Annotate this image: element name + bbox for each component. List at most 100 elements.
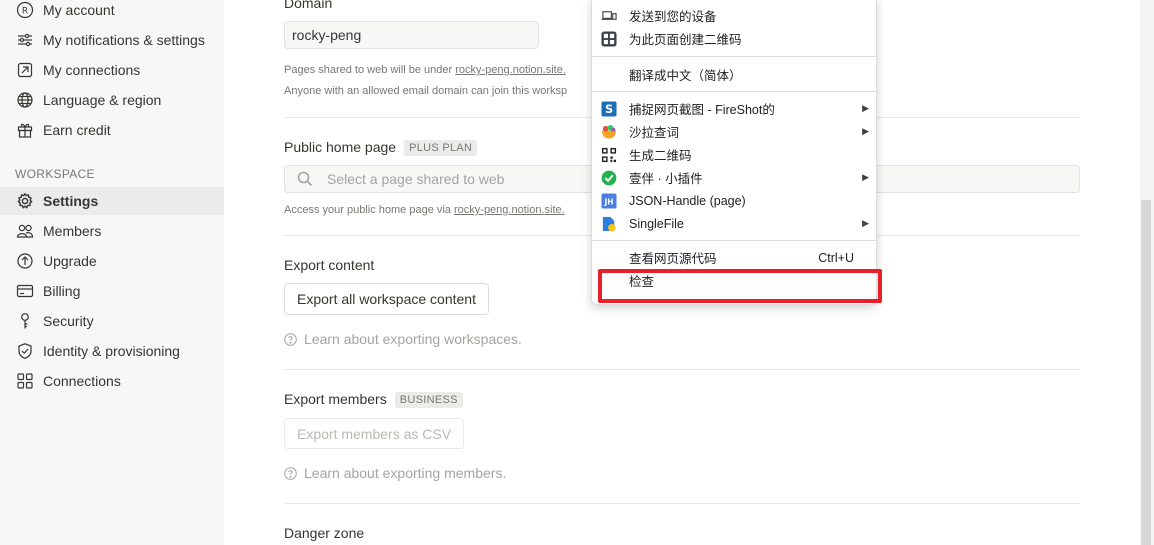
public-home-hint: Access your public home page via rocky-p… — [284, 204, 565, 216]
submenu-arrow-icon: ▶ — [862, 126, 869, 136]
svg-text:R: R — [22, 7, 28, 17]
saladict-icon — [600, 123, 617, 140]
sidebar-item-identity[interactable]: Identity & provisioning — [0, 337, 224, 365]
highlight-box — [598, 269, 882, 303]
danger-zone-label: Danger zone — [284, 525, 365, 541]
domain-label: Domain — [284, 0, 333, 11]
upgrade-icon — [15, 251, 35, 271]
domain-hint-2: Anyone with an allowed email domain can … — [284, 85, 568, 97]
learn-export-workspaces[interactable]: Learn about exporting workspaces. — [284, 331, 522, 347]
menu-separator — [592, 56, 876, 57]
globe-icon — [15, 90, 35, 110]
menu-item-json-handle[interactable]: JH JSON-Handle (page) — [592, 189, 876, 212]
menu-item-label: SingleFile — [629, 216, 684, 231]
plus-plan-badge: PLUS PLAN — [404, 140, 478, 156]
export-members-label: Export members BUSINESS — [284, 391, 463, 408]
export-members-label-text: Export members — [284, 391, 387, 407]
menu-item-label: 发送到您的设备 — [629, 10, 717, 24]
qr-icon — [600, 146, 617, 163]
sidebar-item-language[interactable]: Language & region — [0, 86, 224, 114]
people-icon — [15, 221, 35, 241]
connections-icon — [15, 60, 35, 80]
menu-item-label: 生成二维码 — [629, 149, 692, 163]
sidebar-item-label: Upgrade — [43, 253, 97, 269]
sidebar-item-upgrade[interactable]: Upgrade — [0, 247, 224, 275]
fireshot-icon: S — [600, 100, 617, 117]
svg-text:S: S — [604, 103, 612, 116]
learn-export-members[interactable]: Learn about exporting members. — [284, 465, 506, 481]
menu-item-singlefile[interactable]: SingleFile ▶ — [592, 212, 876, 235]
learn-export-members-text: Learn about exporting members. — [304, 465, 507, 481]
export-members-csv-button[interactable]: Export members as CSV — [284, 418, 465, 449]
account-icon: R — [15, 0, 35, 20]
public-home-label-text: Public home page — [284, 139, 397, 155]
sidebar-item-label: Billing — [43, 283, 81, 299]
menu-item-yiban[interactable]: 壹伴 · 小插件 ▶ — [592, 166, 876, 189]
submenu-arrow-icon: ▶ — [862, 103, 869, 113]
sidebar-item-security[interactable]: Security — [0, 307, 224, 335]
sidebar-item-connections[interactable]: My connections — [0, 56, 224, 84]
sidebar-item-label: My account — [43, 2, 115, 18]
grid-icon — [15, 371, 35, 391]
domain-link[interactable]: rocky-peng.notion.site. — [455, 64, 566, 76]
shield-icon — [15, 341, 35, 361]
divider — [284, 369, 1080, 370]
card-icon — [15, 281, 35, 301]
gear-icon — [15, 191, 35, 211]
sidebar-item-label: Identity & provisioning — [43, 343, 180, 359]
menu-item-saladict[interactable]: 沙拉查词 ▶ — [592, 120, 876, 143]
sidebar-item-label: Members — [43, 223, 102, 239]
sidebar-item-label: My connections — [43, 62, 141, 78]
menu-item-send-to-device[interactable]: 发送到您的设备 — [592, 4, 876, 27]
menu-item-generate-qr[interactable]: 生成二维码 — [592, 143, 876, 166]
sidebar-section-workspace: WORKSPACE — [15, 167, 95, 181]
sidebar-item-earn-credit[interactable]: Earn credit — [0, 116, 224, 144]
sidebar-item-label: Connections — [43, 373, 121, 389]
singlefile-icon — [600, 215, 617, 232]
menu-item-fireshot[interactable]: S 捕捉网页截图 - FireShot的 ▶ — [592, 97, 876, 120]
sidebar-item-label: Earn credit — [43, 122, 111, 138]
menu-item-shortcut: Ctrl+U — [818, 250, 854, 265]
menu-item-create-qr[interactable]: 为此页面创建二维码 — [592, 27, 876, 50]
domain-hint: Pages shared to web will be under rocky-… — [284, 64, 566, 76]
sidebar-item-my-account[interactable]: R My account — [0, 0, 224, 24]
svg-text:JH: JH — [603, 197, 613, 206]
public-home-placeholder: Select a page shared to web — [327, 171, 505, 187]
yiban-icon — [600, 169, 617, 186]
sliders-icon — [15, 30, 35, 50]
submenu-arrow-icon: ▶ — [862, 172, 869, 182]
domain-input[interactable]: rocky-peng — [284, 21, 539, 49]
sidebar-item-label: Security — [43, 313, 94, 329]
public-home-label: Public home page PLUS PLAN — [284, 139, 478, 156]
export-workspace-button[interactable]: Export all workspace content — [284, 283, 489, 315]
key-icon — [15, 311, 35, 331]
menu-item-label: 捕捉网页截图 - FireShot的 — [629, 103, 775, 117]
learn-export-workspaces-text: Learn about exporting workspaces. — [304, 331, 522, 347]
context-menu: 发送到您的设备 为此页面创建二维码 翻译成中文（简体） S 捕捉网页截图 - F… — [591, 0, 877, 305]
sidebar-item-members[interactable]: Members — [0, 217, 224, 245]
public-home-link[interactable]: rocky-peng.notion.site. — [454, 204, 565, 216]
sidebar-item-billing[interactable]: Billing — [0, 277, 224, 305]
menu-item-label: JSON-Handle (page) — [629, 193, 746, 208]
json-handle-icon: JH — [600, 192, 617, 209]
menu-item-label: 沙拉查词 — [629, 126, 680, 140]
search-icon — [297, 171, 313, 187]
submenu-arrow-icon: ▶ — [862, 218, 869, 228]
sidebar-item-notifications[interactable]: My notifications & settings — [0, 26, 224, 54]
menu-separator — [592, 240, 876, 241]
sidebar-item-settings[interactable]: Settings — [0, 187, 224, 215]
send-device-icon — [600, 7, 617, 24]
menu-item-translate[interactable]: 翻译成中文（简体） — [592, 63, 876, 86]
sidebar-item-label: My notifications & settings — [43, 32, 205, 48]
menu-item-label: 翻译成中文（简体） — [629, 69, 742, 83]
domain-hint-text: Pages shared to web will be under — [284, 64, 453, 76]
sidebar-item-connections-ws[interactable]: Connections — [0, 367, 224, 395]
menu-separator — [592, 91, 876, 92]
qr-create-icon — [600, 30, 617, 47]
sidebar-item-label: Language & region — [43, 92, 162, 108]
gift-icon — [15, 120, 35, 140]
menu-item-label: 为此页面创建二维码 — [629, 33, 742, 47]
menu-item-view-source[interactable]: 查看网页源代码 Ctrl+U — [592, 246, 876, 269]
scrollbar-thumb[interactable] — [1141, 200, 1151, 545]
menu-item-label: 查看网页源代码 — [629, 252, 717, 266]
